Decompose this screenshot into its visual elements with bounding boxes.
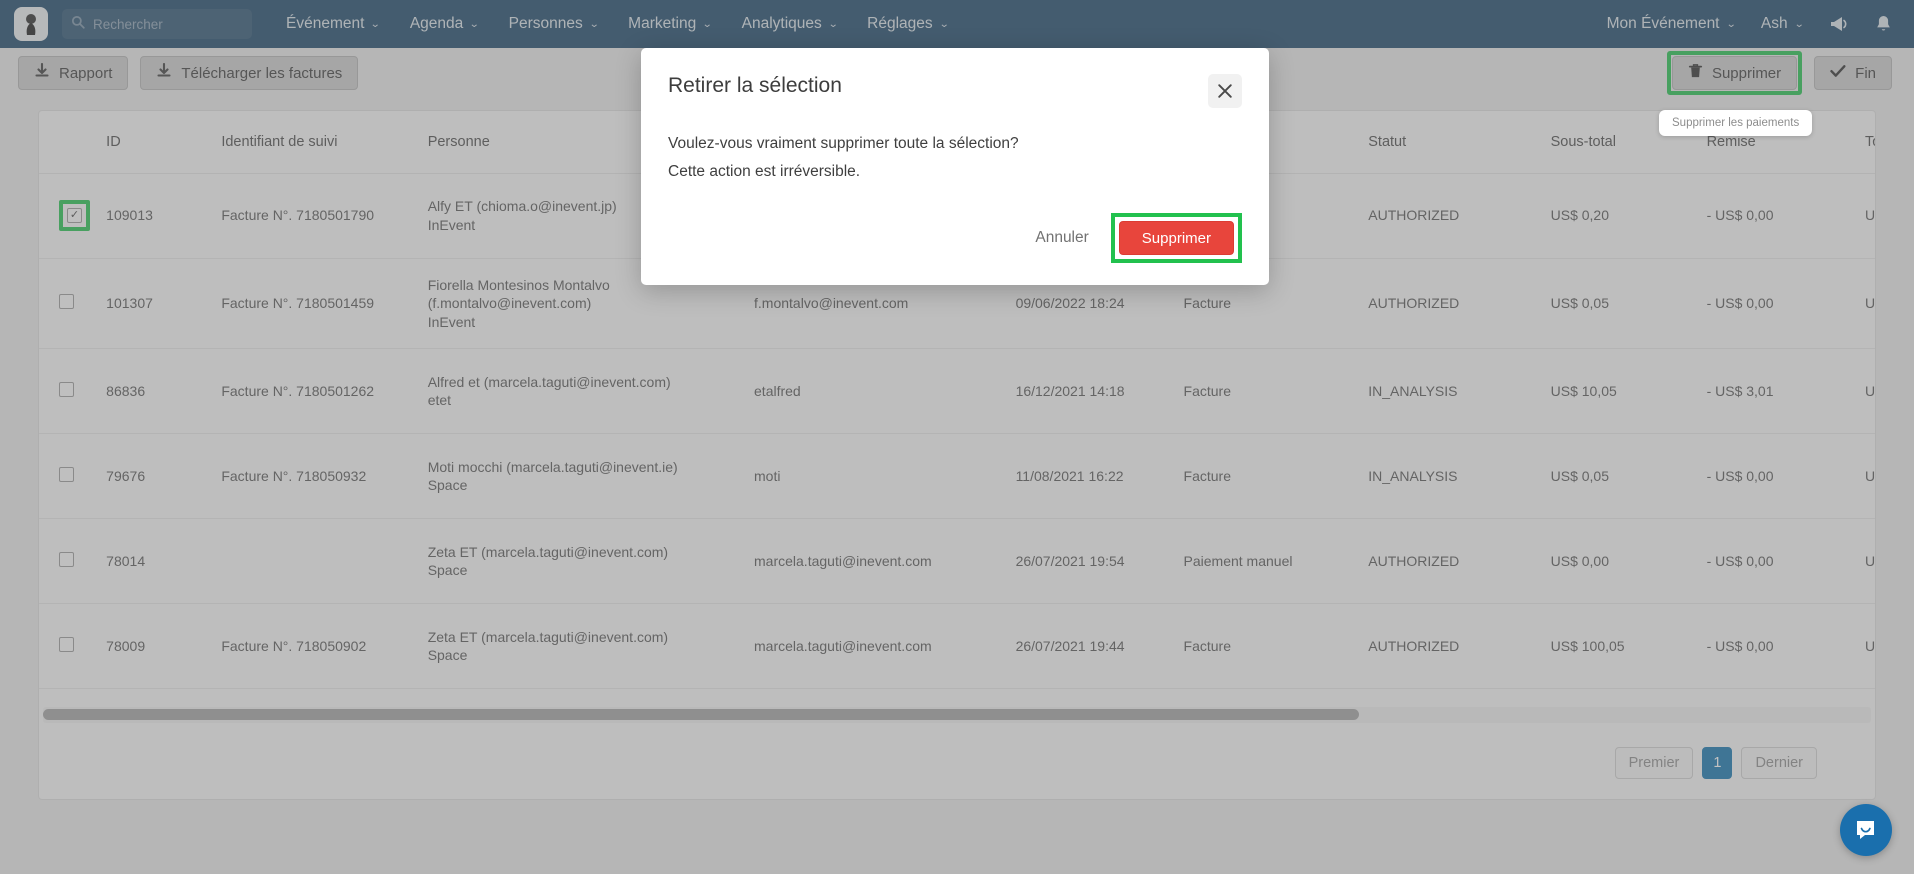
close-icon[interactable] — [1208, 74, 1242, 108]
modal-header: Retirer la sélection — [668, 74, 1242, 108]
modal-title: Retirer la sélection — [668, 74, 842, 97]
delete-button-tooltip: Supprimer les paiements — [1659, 110, 1813, 136]
chat-bubble-icon[interactable] — [1840, 804, 1892, 856]
modal-body: Voulez-vous vraiment supprimer toute la … — [668, 130, 1242, 185]
modal-confirm-highlight: Supprimer — [1110, 213, 1242, 264]
confirm-delete-modal: Retirer la sélection Voulez-vous vraimen… — [641, 48, 1269, 286]
modal-line-2: Cette action est irréversible. — [668, 162, 861, 180]
modal-confirm-delete-button[interactable]: Supprimer — [1118, 221, 1234, 256]
modal-cancel-button[interactable]: Annuler — [1017, 221, 1106, 255]
modal-footer: Annuler Supprimer — [668, 213, 1242, 264]
modal-line-1: Voulez-vous vraiment supprimer toute la … — [668, 135, 1019, 152]
